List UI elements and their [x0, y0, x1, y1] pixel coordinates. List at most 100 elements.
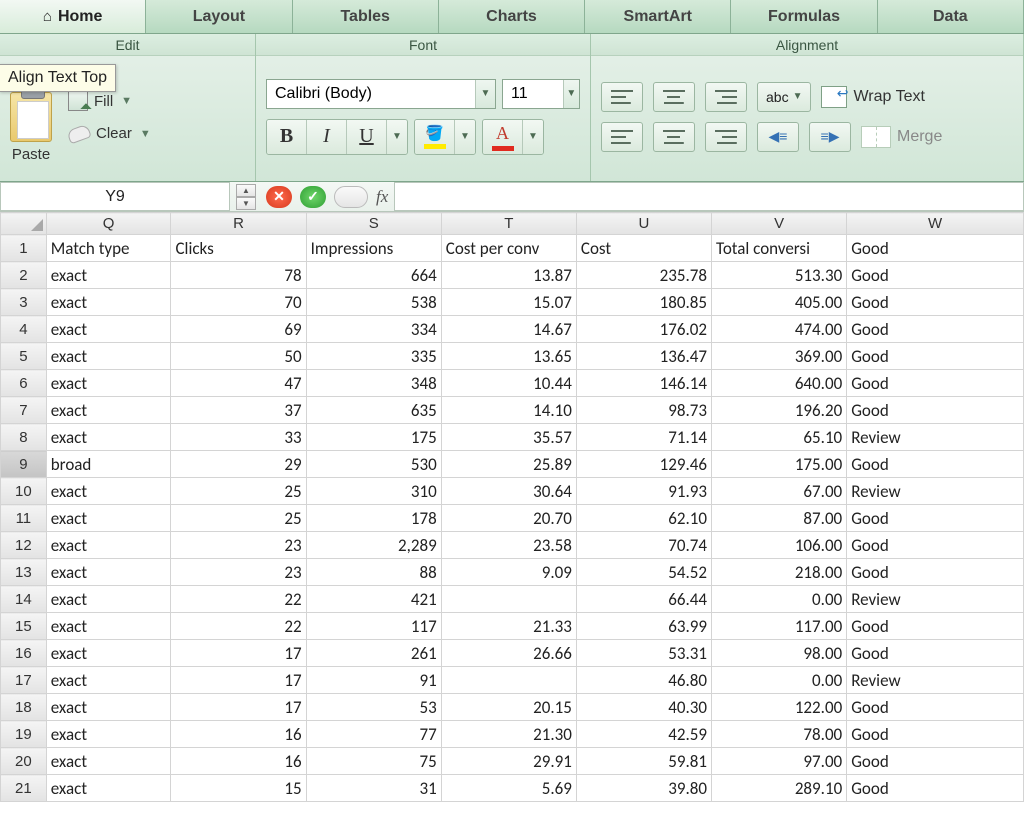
fx-oval-button[interactable]	[334, 186, 368, 208]
cell[interactable]: Review	[847, 586, 1024, 613]
cell[interactable]: 78	[171, 262, 306, 289]
cell[interactable]: 474.00	[712, 316, 847, 343]
cell[interactable]: Good	[847, 343, 1024, 370]
chevron-down-icon[interactable]: ▼	[455, 120, 475, 154]
cell[interactable]: 77	[306, 721, 441, 748]
bold-button[interactable]: B	[267, 120, 307, 154]
row-header[interactable]: 13	[1, 559, 47, 586]
cell[interactable]: 54.52	[576, 559, 711, 586]
align-top-button[interactable]	[601, 82, 643, 112]
tab-layout[interactable]: Layout	[146, 0, 292, 33]
cell[interactable]: 10.44	[441, 370, 576, 397]
name-box-stepper[interactable]: ▲ ▼	[236, 184, 256, 210]
cell[interactable]: Good	[847, 640, 1024, 667]
fill-button[interactable]: Fill ▼	[64, 89, 245, 113]
cell[interactable]: 67.00	[712, 478, 847, 505]
cell[interactable]: 15.07	[441, 289, 576, 316]
cell[interactable]: 136.47	[576, 343, 711, 370]
cell[interactable]: 20.70	[441, 505, 576, 532]
cell[interactable]: Good	[847, 289, 1024, 316]
cell[interactable]: 106.00	[712, 532, 847, 559]
cell[interactable]: 513.30	[712, 262, 847, 289]
cell[interactable]: Good	[847, 775, 1024, 802]
cell[interactable]: 348	[306, 370, 441, 397]
row-header[interactable]: 5	[1, 343, 47, 370]
cell[interactable]: 640.00	[712, 370, 847, 397]
cell[interactable]: 117	[306, 613, 441, 640]
cell[interactable]: 17	[171, 640, 306, 667]
cell[interactable]: exact	[46, 424, 171, 451]
row-header[interactable]: 20	[1, 748, 47, 775]
cell[interactable]: 65.10	[712, 424, 847, 451]
cell[interactable]: 39.80	[576, 775, 711, 802]
cell[interactable]: 29	[171, 451, 306, 478]
chevron-down-icon[interactable]: ▼	[563, 80, 579, 108]
cell[interactable]: 25	[171, 478, 306, 505]
cell[interactable]: 62.10	[576, 505, 711, 532]
orientation-button[interactable]: abc ▼	[757, 82, 811, 112]
wrap-text-button[interactable]: Wrap Text	[821, 86, 924, 108]
cell[interactable]	[441, 667, 576, 694]
name-box[interactable]: Y9	[0, 182, 230, 211]
cell[interactable]: 26.66	[441, 640, 576, 667]
col-header-V[interactable]: V	[712, 213, 847, 235]
cell[interactable]: 69	[171, 316, 306, 343]
col-header-W[interactable]: W	[847, 213, 1024, 235]
cell[interactable]: 29.91	[441, 748, 576, 775]
col-header-R[interactable]: R	[171, 213, 306, 235]
cell[interactable]	[441, 586, 576, 613]
cell[interactable]: 175	[306, 424, 441, 451]
cell[interactable]: 20.15	[441, 694, 576, 721]
italic-button[interactable]: I	[307, 120, 347, 154]
cell[interactable]: 46.80	[576, 667, 711, 694]
cell[interactable]: exact	[46, 721, 171, 748]
cell[interactable]: 91.93	[576, 478, 711, 505]
accept-button[interactable]: ✓	[300, 186, 326, 208]
cell[interactable]: 40.30	[576, 694, 711, 721]
row-header[interactable]: 17	[1, 667, 47, 694]
fill-color-button[interactable]: 🪣	[415, 120, 455, 154]
row-header[interactable]: 4	[1, 316, 47, 343]
tab-charts[interactable]: Charts	[439, 0, 585, 33]
cell[interactable]: 369.00	[712, 343, 847, 370]
cell[interactable]: 98.73	[576, 397, 711, 424]
cell[interactable]: 175.00	[712, 451, 847, 478]
cell[interactable]: 334	[306, 316, 441, 343]
formula-input[interactable]	[394, 182, 1024, 211]
cell[interactable]: exact	[46, 397, 171, 424]
row-header[interactable]: 7	[1, 397, 47, 424]
cell[interactable]: Good	[847, 235, 1024, 262]
cell[interactable]: 635	[306, 397, 441, 424]
cell[interactable]: exact	[46, 478, 171, 505]
cell[interactable]: Clicks	[171, 235, 306, 262]
cell[interactable]: 75	[306, 748, 441, 775]
cell[interactable]: Good	[847, 721, 1024, 748]
cell[interactable]: 31	[306, 775, 441, 802]
cell[interactable]: exact	[46, 667, 171, 694]
row-header[interactable]: 6	[1, 370, 47, 397]
cell[interactable]: exact	[46, 370, 171, 397]
cell[interactable]: 15	[171, 775, 306, 802]
col-header-Q[interactable]: Q	[46, 213, 171, 235]
cell[interactable]: exact	[46, 343, 171, 370]
cell[interactable]: Cost	[576, 235, 711, 262]
cell[interactable]: exact	[46, 613, 171, 640]
cell[interactable]: Good	[847, 613, 1024, 640]
cell[interactable]: 129.46	[576, 451, 711, 478]
chevron-down-icon[interactable]: ▼	[236, 197, 256, 210]
row-header[interactable]: 9	[1, 451, 47, 478]
cancel-button[interactable]: ✕	[266, 186, 292, 208]
cell[interactable]: Review	[847, 424, 1024, 451]
cell[interactable]: 14.10	[441, 397, 576, 424]
cell[interactable]: Good	[847, 370, 1024, 397]
cell[interactable]: 88	[306, 559, 441, 586]
cell[interactable]: 97.00	[712, 748, 847, 775]
col-header-S[interactable]: S	[306, 213, 441, 235]
cell[interactable]: 25.89	[441, 451, 576, 478]
row-header[interactable]: 14	[1, 586, 47, 613]
cell[interactable]: 33	[171, 424, 306, 451]
row-header[interactable]: 12	[1, 532, 47, 559]
cell[interactable]: 70.74	[576, 532, 711, 559]
decrease-indent-button[interactable]: ◀≡	[757, 122, 799, 152]
cell[interactable]: 310	[306, 478, 441, 505]
